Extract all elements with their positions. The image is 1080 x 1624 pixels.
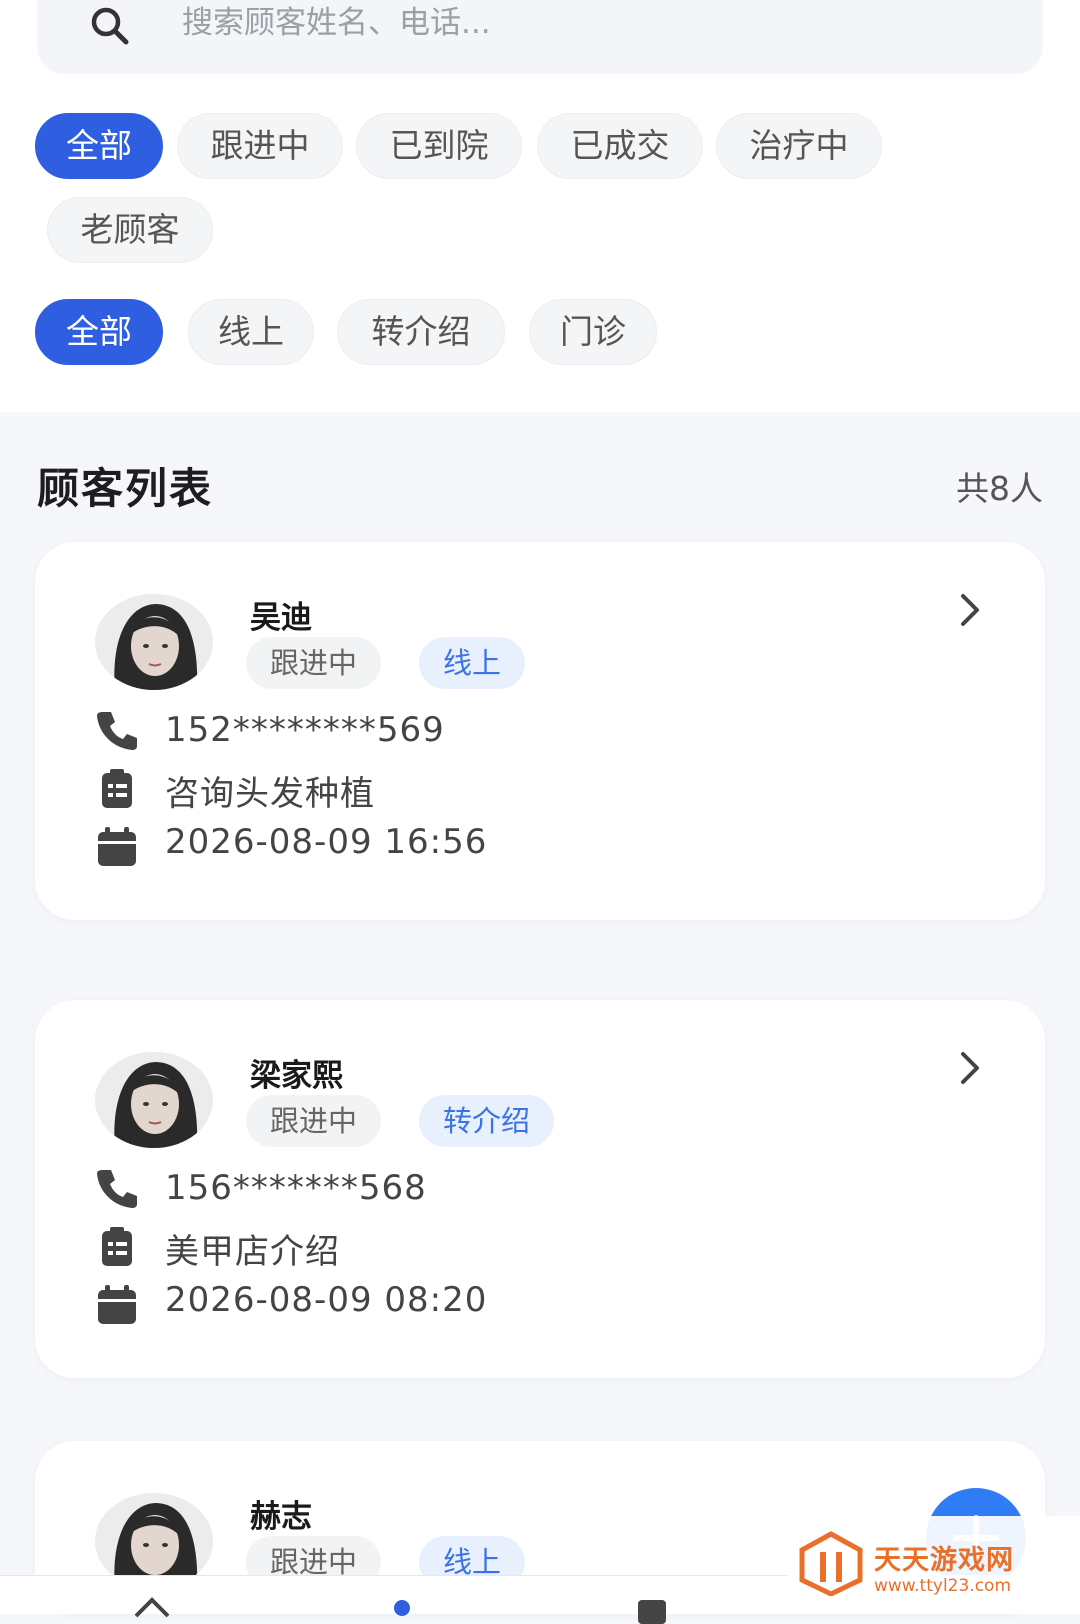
clipboard-icon <box>102 769 132 808</box>
avatar <box>95 594 213 690</box>
customers-icon[interactable] <box>380 1594 424 1624</box>
customer-name: 赫志 <box>250 1499 312 1535</box>
source-filter-clinic[interactable]: 门诊 <box>529 299 657 365</box>
watermark-logo-icon <box>799 1531 863 1596</box>
customer-phone: 156*******568 <box>165 1168 427 1208</box>
clipboard-icon <box>102 1227 132 1266</box>
search-icon <box>91 7 129 45</box>
customer-time: 2026-08-09 08:20 <box>165 1280 488 1320</box>
source-tag: 线上 <box>419 637 526 689</box>
watermark-url: www.ttyl23.com <box>874 1576 1012 1596</box>
calendar-icon <box>98 827 136 866</box>
customer-phone: 152********569 <box>165 710 445 750</box>
status-filter-all[interactable]: 全部 <box>35 113 163 179</box>
source-tag: 转介绍 <box>419 1095 555 1147</box>
home-icon[interactable] <box>130 1594 174 1624</box>
customer-name: 吴迪 <box>250 600 312 636</box>
section-title: 顾客列表 <box>37 464 214 513</box>
status-tag: 跟进中 <box>246 637 382 689</box>
source-filter-all[interactable]: 全部 <box>35 299 163 365</box>
customer-name: 梁家熙 <box>250 1058 343 1094</box>
phone-icon <box>97 1170 137 1208</box>
status-filter-returning[interactable]: 老顾客 <box>47 197 213 263</box>
phone-icon <box>97 712 137 750</box>
customer-card[interactable]: 梁家熙 跟进中 转介绍 156*******568 美甲店介绍 2026-08-… <box>35 1000 1045 1378</box>
calendar-icon <box>98 1285 136 1324</box>
customer-count: 共8人 <box>956 469 1043 508</box>
status-filter-following[interactable]: 跟进中 <box>177 113 343 179</box>
status-filter-treating[interactable]: 治疗中 <box>716 113 882 179</box>
search-input[interactable] <box>180 0 884 46</box>
filter-panel: 全部 跟进中 已到院 已成交 治疗中 老顾客 全部 线上 转介绍 门诊 <box>0 0 1080 412</box>
watermark: 天天游戏网 www.ttyl23.com <box>788 1516 1080 1613</box>
source-filter-referral[interactable]: 转介绍 <box>337 299 505 365</box>
watermark-title: 天天游戏网 <box>874 1545 1014 1576</box>
customer-note: 咨询头发种植 <box>165 774 375 814</box>
status-tag: 跟进中 <box>246 1095 382 1147</box>
customer-time: 2026-08-09 16:56 <box>165 822 488 862</box>
source-filter-online[interactable]: 线上 <box>188 299 314 365</box>
customer-note: 美甲店介绍 <box>165 1232 340 1272</box>
chevron-right-icon[interactable] <box>955 590 985 630</box>
chevron-right-icon[interactable] <box>955 1048 985 1088</box>
customer-card[interactable]: 吴迪 跟进中 线上 152********569 咨询头发种植 2026-08-… <box>35 542 1045 920</box>
avatar <box>95 1052 213 1148</box>
profile-icon[interactable] <box>630 1594 674 1624</box>
status-filter-arrived[interactable]: 已到院 <box>356 113 522 179</box>
status-filter-deal[interactable]: 已成交 <box>537 113 703 179</box>
